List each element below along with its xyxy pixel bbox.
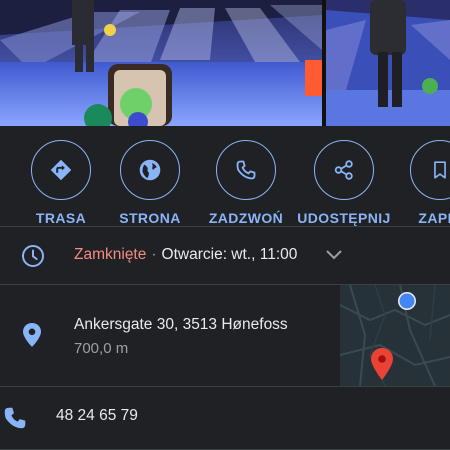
opening-hours-row[interactable]: Zamknięte · Otwarcie: wt., 11:00 [0,228,450,284]
phone-row[interactable]: 48 24 65 79 [0,387,450,450]
photo-strip[interactable] [0,0,450,126]
save-label: ZAPIS [418,210,450,226]
clock-icon [22,245,44,267]
separator-dot: · [151,246,157,263]
website-label: STRONA [119,210,181,226]
share-label: UDOSTĘPNIJ [297,210,391,226]
call-label: ZADZWOŃ [208,210,284,226]
bookmark-icon [410,140,450,200]
phone-icon [4,407,26,429]
phone-number: 48 24 65 79 [56,407,138,424]
save-button[interactable]: ZAPIS [392,140,450,226]
hours-text: Zamknięte · Otwarcie: wt., 11:00 [74,246,297,264]
directions-icon [31,140,91,200]
share-button[interactable]: UDOSTĘPNIJ [296,140,392,226]
opening-time: Otwarcie: wt., 11:00 [161,246,298,263]
directions-button[interactable]: TRASA [13,140,109,226]
action-bar: TRASA STRONA ZADZWOŃ UDOSTĘPNIJ ZAPI [0,126,450,226]
share-icon [314,140,374,200]
directions-label: TRASA [35,210,87,226]
street-address: Ankersgate 30, 3513 Hønefoss [74,316,288,333]
chevron-down-icon[interactable] [323,247,345,263]
address-row[interactable]: Ankersgate 30, 3513 Hønefoss 700,0 m [0,285,450,386]
location-pin-icon [23,323,41,347]
bowling-alley-photo[interactable] [0,0,322,126]
globe-icon [120,140,180,200]
phone-icon [216,140,276,200]
distance: 700,0 m [74,340,129,357]
call-button[interactable]: ZADZWOŃ [198,140,294,226]
divider [0,226,450,227]
bowling-player-photo[interactable] [326,0,450,126]
map-thumbnail[interactable] [340,285,450,386]
closed-status: Zamknięte [74,246,147,263]
website-button[interactable]: STRONA [102,140,198,226]
